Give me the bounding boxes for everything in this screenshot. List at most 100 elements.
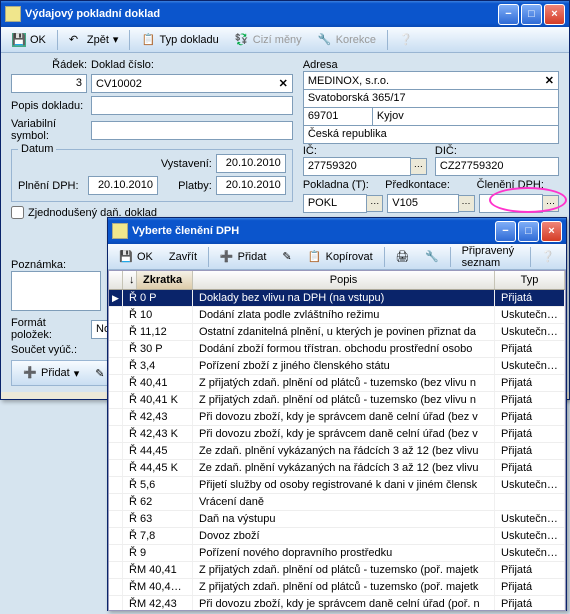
- minimize-button[interactable]: −: [495, 221, 516, 242]
- soucet-label: Součet vyúč.:: [11, 344, 91, 356]
- clear-icon[interactable]: ✕: [279, 77, 288, 90]
- copy-button[interactable]: 📋Kopírovat: [301, 247, 380, 267]
- add-button[interactable]: ➕Přidat: [213, 247, 274, 267]
- ok-button[interactable]: 💾OK: [112, 247, 160, 267]
- help-button[interactable]: ❔: [534, 247, 562, 266]
- col-zkratka[interactable]: Zkratka: [137, 271, 193, 289]
- table-row[interactable]: ŘM 42,43Při dovozu zboží, kdy je správce…: [109, 596, 565, 610]
- predkontace-field[interactable]: V105: [387, 194, 458, 213]
- zjednoduseny-checkbox[interactable]: [11, 206, 24, 219]
- close-button[interactable]: ×: [541, 221, 562, 242]
- radek-field[interactable]: 3: [11, 74, 87, 93]
- table-row[interactable]: Ř 40,41 KZ přijatých zdaň. plnění od plá…: [109, 392, 565, 409]
- popup-window: Vyberte členění DPH − □ × 💾OK Zavřít ➕Př…: [107, 217, 567, 611]
- add-button[interactable]: ➕Přidat▾: [16, 363, 86, 383]
- radek-label: Řádek:: [11, 59, 91, 71]
- doc-type-button[interactable]: 📋Typ dokladu: [134, 30, 225, 50]
- ok-button[interactable]: 💾OK: [5, 30, 53, 50]
- cleneni-field[interactable]: [479, 194, 543, 213]
- main-toolbar: 💾OK ↶Zpět▾ 📋Typ dokladu 💱Cizí měny 🔧Kore…: [1, 27, 569, 53]
- platby-label: Platby:: [176, 180, 216, 192]
- ic-label: IČ:: [303, 145, 427, 157]
- clear-icon[interactable]: ✕: [545, 74, 554, 87]
- table-row[interactable]: Ř 7,8Dovoz zbožíUskutečněná: [109, 528, 565, 545]
- table-row[interactable]: Ř 9Pořízení nového dopravního prostředku…: [109, 545, 565, 562]
- main-titlebar[interactable]: Výdajový pokladní doklad − □ ×: [1, 1, 569, 27]
- vystaveni-field[interactable]: 20.10.2010: [216, 154, 286, 173]
- popis-label: Popis dokladu:: [11, 100, 91, 112]
- grid-header: ↓ Zkratka Popis Typ: [109, 271, 565, 290]
- vs-field[interactable]: [91, 121, 293, 140]
- table-row[interactable]: Ř 42,43 KPři dovozu zboží, kdy je správc…: [109, 426, 565, 443]
- window-title: Výdajový pokladní doklad: [25, 8, 496, 20]
- table-row[interactable]: ▶Ř 0 PDoklady bez vlivu na DPH (na vstup…: [109, 290, 565, 307]
- dic-field[interactable]: CZ27759320: [435, 157, 559, 176]
- table-row[interactable]: Ř 30 PDodání zboží formou třístran. obch…: [109, 341, 565, 358]
- dic-label: DIČ:: [435, 145, 559, 157]
- cleneni-label: Členění DPH:: [477, 179, 559, 191]
- popup-toolbar: 💾OK Zavřít ➕Přidat ✎ 📋Kopírovat 🖨 🔧 Přip…: [108, 244, 566, 270]
- table-row[interactable]: Ř 3,4Pořízení zboží z jiného členského s…: [109, 358, 565, 375]
- lookup-icon[interactable]: ⋯: [459, 195, 475, 212]
- lookup-icon[interactable]: ⋯: [411, 158, 427, 175]
- table-row[interactable]: Ř 40,41Z přijatých zdaň. plnění od plátc…: [109, 375, 565, 392]
- popup-titlebar[interactable]: Vyberte členění DPH − □ ×: [108, 218, 566, 244]
- preset-list-button[interactable]: Připravený seznam: [455, 242, 526, 272]
- table-row[interactable]: ŘM 40,41Z přijatých zdaň. plnění od plát…: [109, 562, 565, 579]
- tool-button[interactable]: 🔧: [418, 247, 446, 266]
- platby-field[interactable]: 20.10.2010: [216, 176, 286, 195]
- doklad-cislo-field[interactable]: CV10002✕: [91, 74, 293, 93]
- sort-icon[interactable]: ↓: [123, 271, 137, 289]
- datum-group: Datum Vystavení: 20.10.2010 Plnění DPH: …: [11, 149, 293, 202]
- adresa-label: Adresa: [303, 59, 559, 71]
- vystaveni-label: Vystavení:: [156, 158, 216, 170]
- plneni-field[interactable]: 20.10.2010: [88, 176, 158, 195]
- popup-title: Vyberte členění DPH: [132, 225, 493, 237]
- lookup-icon[interactable]: ⋯: [543, 195, 559, 212]
- adresa-mesto[interactable]: Kyjov: [372, 107, 559, 126]
- col-popis[interactable]: Popis: [193, 271, 495, 289]
- edit-button[interactable]: ✎: [275, 247, 298, 266]
- table-row[interactable]: Ř 44,45Ze zdaň. plnění vykázaných na řád…: [109, 443, 565, 460]
- row-marker-header[interactable]: [109, 271, 123, 289]
- minimize-button[interactable]: −: [498, 4, 519, 25]
- table-row[interactable]: ŘM 40,41 KZ přijatých zdaň. plnění od pl…: [109, 579, 565, 596]
- adresa-line2[interactable]: Svatoborská 365/17: [303, 89, 559, 108]
- adresa-psc[interactable]: 69701: [303, 107, 373, 126]
- datum-group-title: Datum: [18, 143, 56, 155]
- maximize-button[interactable]: □: [518, 221, 539, 242]
- ic-field[interactable]: 27759320: [303, 157, 411, 176]
- table-row[interactable]: Ř 62Vrácení daně: [109, 494, 565, 511]
- close-button[interactable]: Zavřít: [162, 248, 204, 266]
- currency-button[interactable]: 💱Cizí měny: [228, 30, 309, 50]
- close-button[interactable]: ×: [544, 4, 565, 25]
- print-button[interactable]: 🖨: [388, 247, 416, 266]
- format-label: Formát položek:: [11, 317, 91, 341]
- poznamka-field[interactable]: [11, 271, 101, 311]
- table-row[interactable]: Ř 44,45 KZe zdaň. plnění vykázaných na ř…: [109, 460, 565, 477]
- adresa-line1[interactable]: MEDINOX, s.r.o.✕: [303, 71, 559, 90]
- help-button[interactable]: ❔: [392, 30, 420, 50]
- table-row[interactable]: Ř 10Dodání zlata podle zvláštního režimu…: [109, 307, 565, 324]
- data-grid: ↓ Zkratka Popis Typ ▶Ř 0 PDoklady bez vl…: [108, 270, 566, 611]
- app-icon: [112, 223, 128, 239]
- predkontace-label: Předkontace:: [385, 179, 477, 191]
- pokladna-field[interactable]: POKL: [303, 194, 367, 213]
- maximize-button[interactable]: □: [521, 4, 542, 25]
- correction-button[interactable]: 🔧Korekce: [311, 30, 383, 50]
- back-button[interactable]: ↶Zpět▾: [62, 30, 126, 50]
- adresa-zeme[interactable]: Česká republika: [303, 125, 559, 144]
- lookup-icon[interactable]: ⋯: [367, 195, 383, 212]
- doklad-cislo-label: Doklad číslo:: [91, 59, 191, 71]
- table-row[interactable]: Ř 63Daň na výstupuUskutečněná: [109, 511, 565, 528]
- app-icon: [5, 6, 21, 22]
- popis-field[interactable]: [91, 96, 293, 115]
- table-row[interactable]: Ř 5,6Přijetí služby od osoby registrovan…: [109, 477, 565, 494]
- table-row[interactable]: Ř 42,43Při dovozu zboží, kdy je správcem…: [109, 409, 565, 426]
- plneni-label: Plnění DPH:: [18, 180, 88, 192]
- pokladna-label: Pokladna (T):: [303, 179, 385, 191]
- table-row[interactable]: Ř 11,12Ostatní zdanitelná plnění, u kter…: [109, 324, 565, 341]
- vs-label: Variabilní symbol:: [11, 118, 91, 142]
- grid-body[interactable]: ▶Ř 0 PDoklady bez vlivu na DPH (na vstup…: [109, 290, 565, 610]
- col-typ[interactable]: Typ: [495, 271, 565, 289]
